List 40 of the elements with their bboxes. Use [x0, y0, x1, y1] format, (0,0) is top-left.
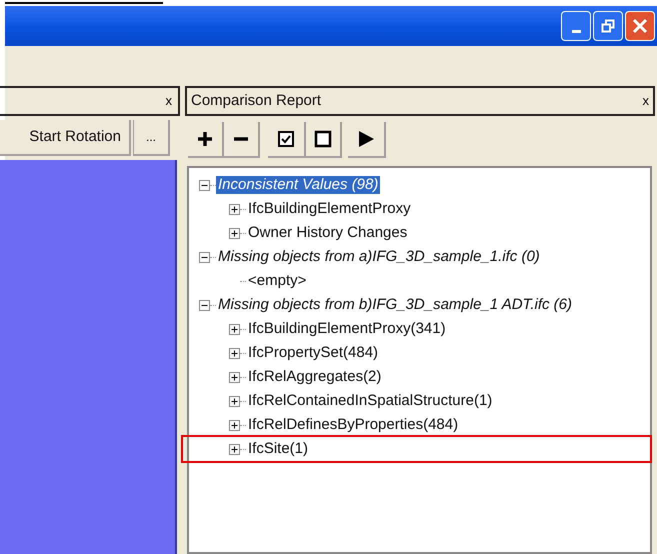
tree-item[interactable]: Owner History Changes	[246, 224, 410, 242]
tree-item[interactable]: IfcBuildingElementProxy(341)	[246, 320, 448, 338]
restore-icon	[601, 19, 615, 33]
expand-icon[interactable]	[229, 348, 240, 358]
close-icon	[632, 18, 648, 34]
tree-item[interactable]: IfcBuildingElementProxy	[246, 200, 413, 218]
tree-item[interactable]: IfcRelDefinesByProperties(484)	[246, 416, 460, 434]
collapse-icon[interactable]	[199, 252, 210, 262]
collapse-icon[interactable]	[199, 180, 210, 190]
close-button[interactable]	[625, 11, 655, 41]
tree-item[interactable]: IfcSite(1)	[246, 440, 310, 458]
tree-item[interactable]: IfcRelContainedInSpatialStructure(1)	[246, 392, 494, 410]
expand-icon[interactable]	[229, 420, 240, 430]
tree-item[interactable]: IfcRelAggregates(2)	[246, 368, 384, 386]
panel-close-button[interactable]: x	[166, 91, 172, 111]
plus-icon	[198, 132, 212, 146]
expand-icon[interactable]	[229, 228, 240, 238]
panel-title: Comparison Report	[191, 90, 322, 111]
square-icon	[314, 130, 332, 148]
panel-close-button[interactable]: x	[642, 91, 649, 111]
toolbar-button[interactable]	[224, 122, 260, 158]
checkbox-icon	[277, 130, 295, 148]
expand-icon[interactable]	[229, 204, 240, 214]
restore-button[interactable]	[593, 11, 623, 41]
minimize-button[interactable]	[561, 11, 591, 41]
toolbar-button[interactable]	[306, 122, 342, 158]
tree-item[interactable]: Missing objects from a)IFG_3D_sample_1.ifc (0)	[216, 248, 542, 266]
start-rotation-button[interactable]: Start Rotation	[0, 120, 131, 156]
tree-item[interactable]: Inconsistent Values (98)	[216, 176, 380, 194]
expand-icon[interactable]	[229, 324, 240, 334]
tree-item[interactable]: IfcPropertySet(484)	[246, 344, 380, 362]
play-icon	[356, 129, 376, 149]
minus-icon	[234, 137, 248, 141]
more-button[interactable]: ...	[133, 120, 170, 156]
collapse-icon[interactable]	[199, 300, 210, 310]
tree-item[interactable]: <empty>	[246, 272, 308, 290]
tree-item[interactable]: Missing objects from b)IFG_3D_sample_1 ADT.ifc (6)	[216, 296, 574, 314]
expand-icon[interactable]	[229, 372, 240, 382]
expand-icon[interactable]	[229, 396, 240, 406]
expand-icon[interactable]	[229, 444, 240, 454]
